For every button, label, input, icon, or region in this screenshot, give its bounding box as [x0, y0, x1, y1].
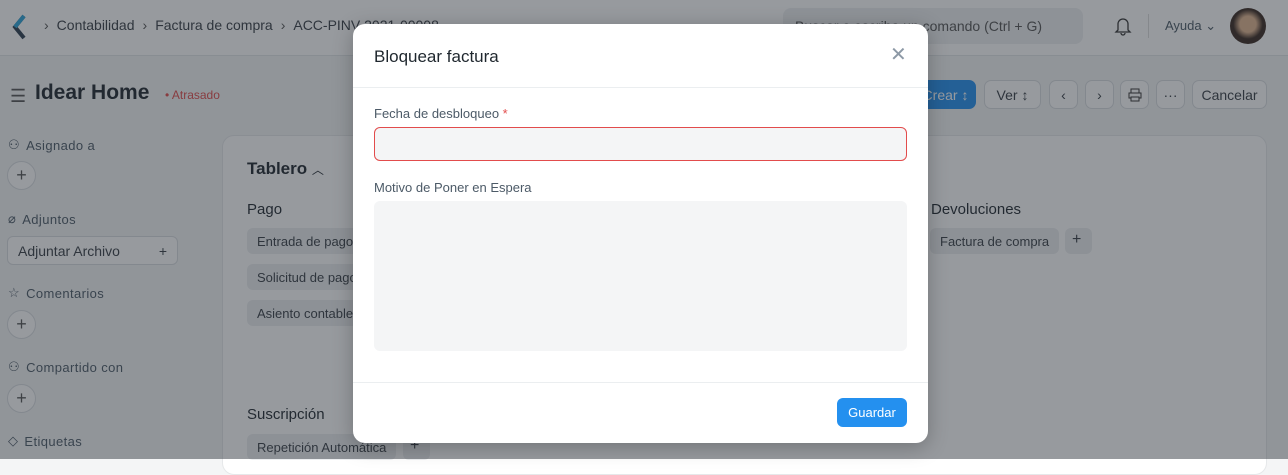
- save-button[interactable]: Guardar: [837, 398, 907, 427]
- dialog-title: Bloquear factura: [374, 47, 499, 66]
- divider: [353, 382, 928, 383]
- unblock-date-label: Fecha de desbloqueo *: [374, 106, 508, 121]
- close-icon[interactable]: ✕: [890, 42, 907, 67]
- hold-reason-label: Motivo de Poner en Espera: [374, 180, 532, 195]
- unblock-date-input[interactable]: [374, 127, 907, 161]
- hold-reason-textarea[interactable]: [374, 201, 907, 351]
- required-mark: *: [502, 106, 508, 121]
- hold-invoice-dialog: Bloquear factura ✕ Fecha de desbloqueo *…: [353, 24, 928, 443]
- divider: [353, 87, 928, 88]
- unblock-date-label-text: Fecha de desbloqueo: [374, 106, 500, 121]
